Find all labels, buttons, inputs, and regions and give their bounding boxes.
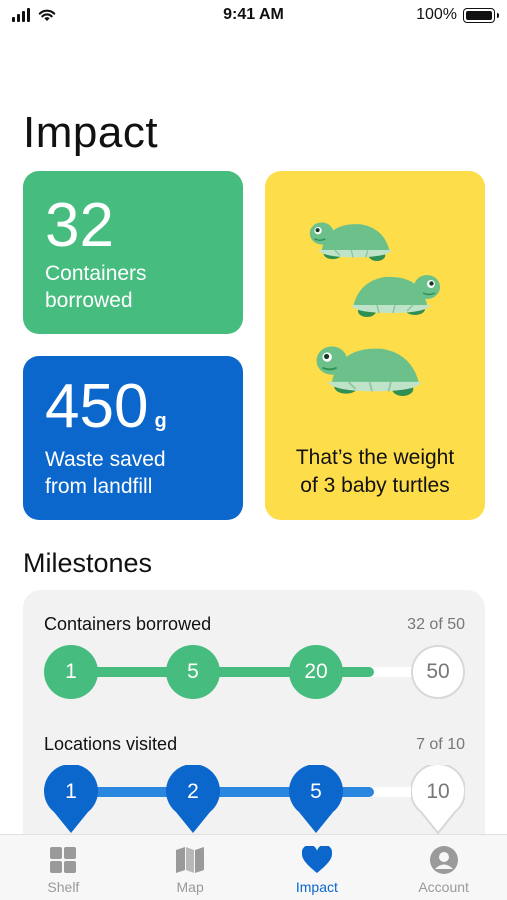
containers-count: 32: [45, 191, 114, 260]
page-title: Impact: [23, 108, 159, 157]
status-bar: 9:41 AM 100%: [0, 0, 507, 32]
grid-icon: [48, 845, 78, 875]
waste-amount: 450 g: [45, 376, 167, 438]
milestone-count: 32 of 50: [407, 616, 465, 633]
tab-bar: Shelf Map Impact Account: [0, 834, 507, 900]
waste-value: 450: [45, 372, 149, 441]
milestones-panel: Containers borrowed 32 of 50 1 5 20 50 L…: [23, 590, 485, 850]
account-icon: [429, 845, 459, 875]
milestone-step-1: 1: [44, 645, 98, 699]
containers-label: Containers borrowed: [45, 262, 147, 312]
milestone-label: Containers borrowed: [44, 614, 212, 634]
milestone-pin-2: 2: [166, 764, 220, 835]
waste-unit: g: [154, 410, 167, 432]
turtle-illustration: [309, 221, 441, 397]
milestone-step-3: 20: [289, 645, 343, 699]
tab-label: Shelf: [47, 879, 80, 895]
milestone-step-label: 10: [426, 780, 450, 803]
tab-map[interactable]: Map: [127, 835, 254, 900]
tab-impact[interactable]: Impact: [254, 835, 381, 900]
milestone-label: Locations visited: [44, 734, 178, 754]
turtle-comparison-text: That’s the weight of 3 baby turtles: [295, 446, 455, 497]
tab-label: Map: [176, 879, 204, 895]
battery-status: 100%: [416, 6, 499, 24]
containers-borrowed-card[interactable]: 32 Containers borrowed: [23, 171, 243, 334]
milestone-step-label: 5: [310, 780, 322, 803]
milestone-step-label: 1: [65, 780, 77, 803]
tab-account[interactable]: Account: [380, 835, 507, 900]
milestones-title: Milestones: [23, 548, 153, 578]
waste-label: Waste saved from landfill: [45, 448, 166, 498]
milestone-pin-3: 5: [289, 764, 343, 835]
battery-icon: [463, 7, 499, 23]
milestone-pin-4: 10: [410, 763, 466, 835]
tab-label: Impact: [295, 879, 338, 895]
waste-saved-card[interactable]: 450 g Waste saved from landfill: [23, 356, 243, 520]
milestone-step-label: 2: [187, 780, 199, 803]
tab-label: Account: [418, 879, 469, 895]
milestone-step-2: 5: [166, 645, 220, 699]
milestone-count: 7 of 10: [416, 736, 465, 753]
milestone-step-4: 50: [411, 645, 465, 699]
battery-percent: 100%: [416, 6, 457, 23]
tab-shelf[interactable]: Shelf: [0, 835, 127, 900]
map-icon: [175, 845, 205, 875]
heart-icon: [301, 845, 332, 875]
turtle-comparison-card[interactable]: That’s the weight of 3 baby turtles: [265, 171, 485, 520]
milestone-pin-1: 1: [44, 764, 98, 835]
